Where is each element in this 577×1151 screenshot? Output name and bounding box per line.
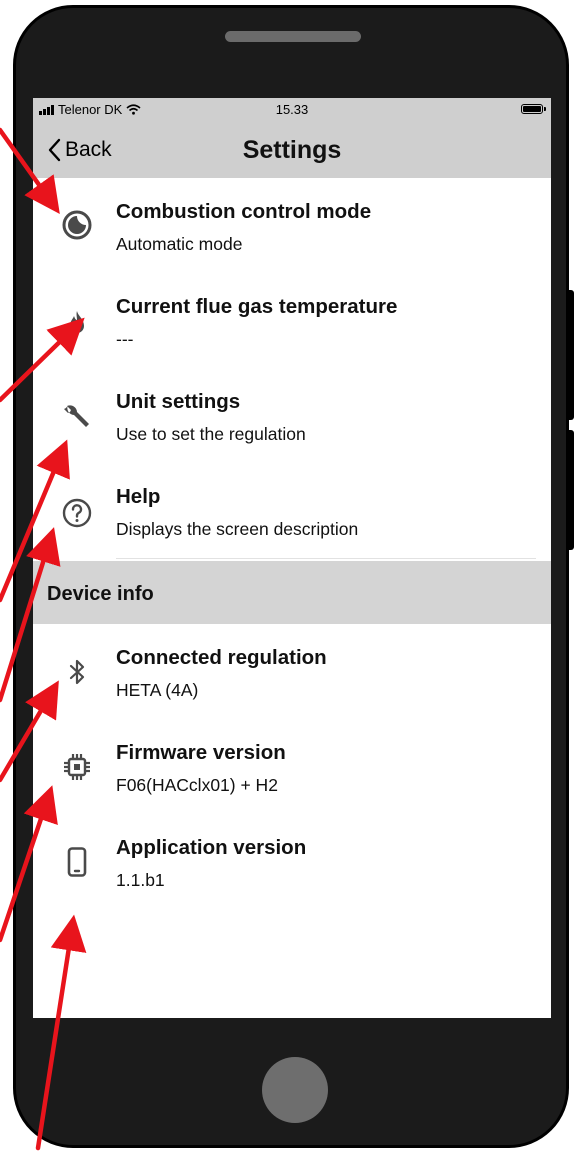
app-screen: Telenor DK 15.33 Back Settings Combustio… bbox=[33, 98, 551, 1018]
setting-title: Current flue gas temperature bbox=[116, 295, 398, 318]
phone-side-button-2 bbox=[566, 430, 574, 550]
home-button[interactable] bbox=[262, 1057, 328, 1123]
phone-side-button bbox=[566, 290, 574, 420]
info-value: F06(HACclx01) + H2 bbox=[116, 775, 278, 795]
section-header-label: Device info bbox=[47, 583, 154, 605]
status-time: 15.33 bbox=[275, 102, 309, 117]
phone-icon bbox=[57, 842, 97, 882]
setting-value: --- bbox=[116, 329, 134, 349]
setting-flue-gas-temperature[interactable]: Current flue gas temperature --- bbox=[33, 273, 551, 368]
chip-icon bbox=[57, 747, 97, 787]
info-application-version: Application version 1.1.b1 bbox=[33, 814, 551, 909]
info-firmware-version: Firmware version F06(HACclx01) + H2 bbox=[33, 719, 551, 814]
flame-icon bbox=[57, 303, 97, 343]
battery-icon bbox=[521, 104, 543, 114]
section-header-device-info: Device info bbox=[33, 561, 551, 624]
setting-help[interactable]: Help Displays the screen description bbox=[33, 463, 551, 558]
info-title: Firmware version bbox=[116, 741, 286, 764]
setting-value: Displays the screen description bbox=[116, 519, 359, 539]
phone-speaker bbox=[225, 31, 361, 42]
setting-title: Combustion control mode bbox=[116, 200, 372, 223]
status-bar: Telenor DK 15.33 bbox=[33, 98, 551, 120]
wrench-icon bbox=[57, 396, 97, 436]
setting-title: Help bbox=[116, 485, 161, 508]
page-title: Settings bbox=[242, 136, 342, 164]
setting-value: Use to set the regulation bbox=[116, 424, 306, 444]
setting-title: Unit settings bbox=[116, 390, 241, 413]
info-value: 1.1.b1 bbox=[116, 870, 165, 890]
info-value: HETA (4A) bbox=[116, 680, 199, 700]
info-title: Connected regulation bbox=[116, 646, 327, 669]
bluetooth-icon bbox=[57, 652, 97, 692]
info-title: Application version bbox=[116, 836, 307, 859]
battery-tip bbox=[544, 107, 546, 111]
help-icon bbox=[57, 493, 97, 533]
setting-combustion-control-mode[interactable]: Combustion control mode Automatic mode bbox=[33, 178, 551, 273]
setting-value: Automatic mode bbox=[116, 234, 243, 254]
divider bbox=[116, 558, 536, 559]
navigation-bar: Back Settings bbox=[33, 120, 551, 178]
info-connected-regulation: Connected regulation HETA (4A) bbox=[33, 624, 551, 719]
half-moon-icon bbox=[57, 205, 97, 245]
setting-unit-settings[interactable]: Unit settings Use to set the regulation bbox=[33, 368, 551, 463]
